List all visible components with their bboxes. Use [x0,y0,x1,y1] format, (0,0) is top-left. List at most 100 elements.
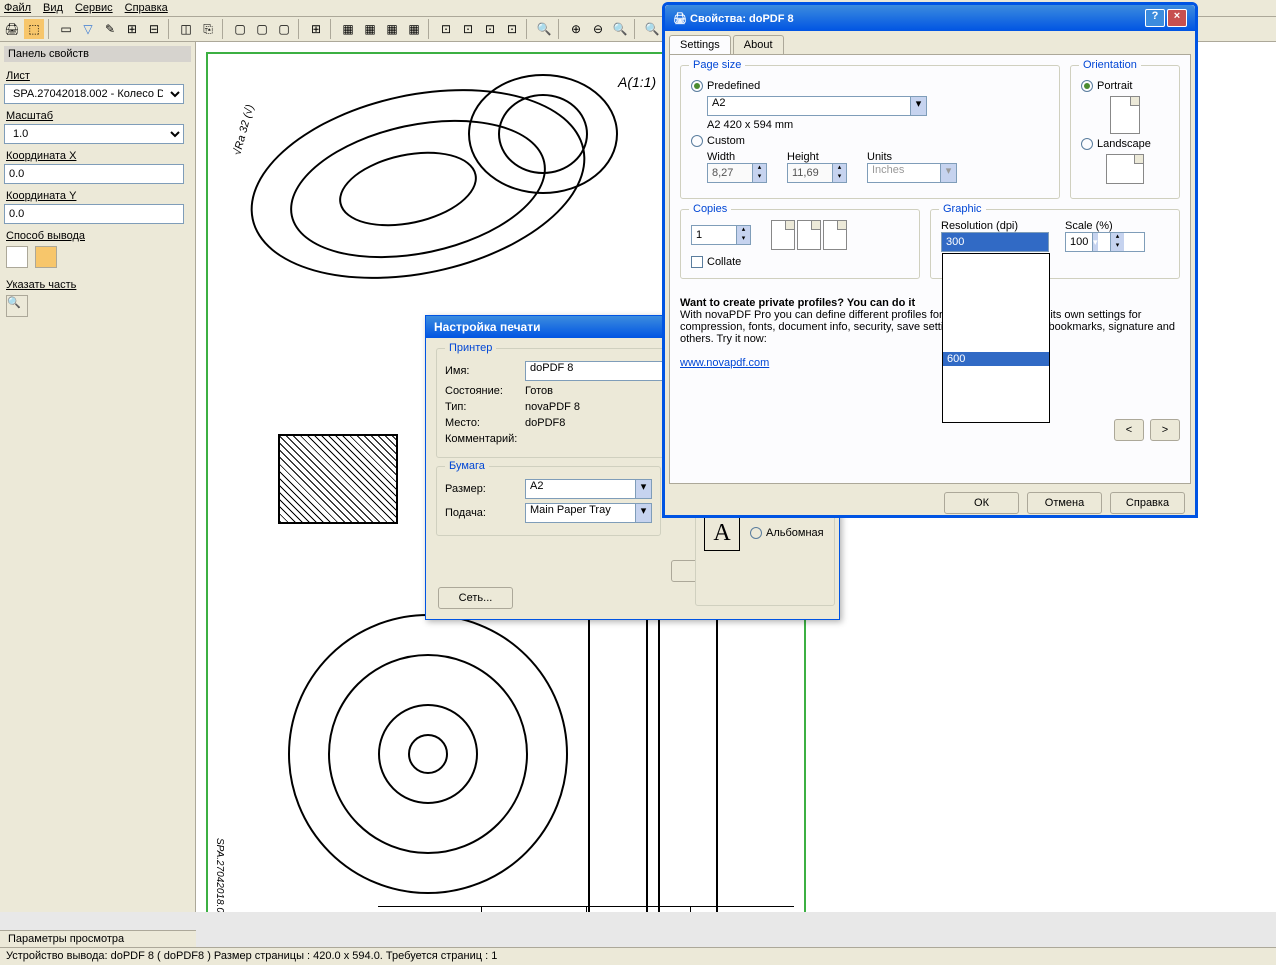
resolution-option[interactable]: 144 [943,282,1049,296]
paper-feed-select[interactable]: Main Paper Tray▾ [525,503,652,523]
next-button[interactable]: > [1150,419,1180,441]
v1-icon[interactable]: ▦ [338,19,358,39]
grid2-icon[interactable]: ⊟ [144,19,164,39]
custom-radio[interactable]: Custom [691,135,1049,147]
preview-icon[interactable]: ⬚ [24,19,44,39]
dopdf-help-button[interactable]: Справка [1110,492,1185,514]
menu-view[interactable]: Вид [43,2,63,14]
coordx-input[interactable] [4,164,184,184]
resolution-option[interactable]: 1440 [943,394,1049,408]
grid1-icon[interactable]: ⊞ [122,19,142,39]
width-input[interactable]: ▴▾ [707,163,767,183]
dopdf-properties-dialog: 🖨 Свойства: doPDF 8 ? × Settings About P… [662,2,1198,518]
scale-pct-label: Scale (%) [1065,220,1145,232]
units-select[interactable]: Inches▾ [867,163,957,183]
resolution-option[interactable]: 2400 [943,408,1049,422]
dopdf-ok-button[interactable]: ОК [944,492,1019,514]
print-icon[interactable]: 🖨 [2,19,22,39]
specify-button[interactable]: 🔍 [6,295,28,317]
sheet-label: Лист [6,70,189,82]
resolution-option[interactable]: 720 [943,366,1049,380]
m2-icon[interactable]: ⊡ [458,19,478,39]
state-label: Состояние: [445,385,517,397]
paper-group-label: Бумага [445,460,489,472]
filter-icon[interactable]: ▽ [78,19,98,39]
place-label: Место: [445,417,517,429]
sheet-select[interactable]: SPA.27042018.002 - Колесо D30 [4,84,184,104]
pagesize-group-label: Page size [689,59,745,71]
height-input[interactable]: ▴▾ [787,163,847,183]
properties-panel: Панель свойств Лист SPA.27042018.002 - К… [0,42,196,912]
m3-icon[interactable]: ⊡ [480,19,500,39]
resolution-label: Resolution (dpi) [941,220,1049,232]
v3-icon[interactable]: ▦ [382,19,402,39]
name-label: Имя: [445,365,517,377]
v2-icon[interactable]: ▦ [360,19,380,39]
prev-button[interactable]: < [1114,419,1144,441]
tile-icon[interactable]: ⊞ [306,19,326,39]
output-landscape-button[interactable] [35,246,57,268]
m1-icon[interactable]: ⊡ [436,19,456,39]
landscape-radio2[interactable]: Landscape [1081,138,1169,150]
resolution-option[interactable]: 150 [943,296,1049,310]
resolution-select[interactable]: ▾ 7296144150288300360600720120014402400 [941,232,1049,252]
feed-label: Подача: [445,507,517,519]
layers-icon[interactable]: ◫ [176,19,196,39]
zoom-region-icon[interactable]: 🔍 [642,19,662,39]
portrait-icon [1110,96,1140,134]
size-label: Размер: [445,483,517,495]
zoom-sel-icon[interactable]: 🔍 [610,19,630,39]
help-icon[interactable]: ? [1145,9,1165,27]
resolution-option[interactable]: 96 [943,268,1049,282]
tool1-icon[interactable]: ✎ [100,19,120,39]
win1-icon[interactable]: ▢ [230,19,250,39]
place-value: doPDF8 [525,417,565,429]
resolution-option[interactable]: 300 [943,324,1049,338]
zoom-out-icon[interactable]: ⊖ [588,19,608,39]
stamp-text: SPA.27042018.002 [214,838,225,912]
m4-icon[interactable]: ⊡ [502,19,522,39]
resolution-dropdown[interactable]: 7296144150288300360600720120014402400 [942,253,1050,423]
paper-size-select[interactable]: A2▾ [525,479,652,499]
dopdf-cancel-button[interactable]: Отмена [1027,492,1102,514]
menu-file[interactable]: Файл [4,2,31,14]
tab-about[interactable]: About [733,35,784,54]
output-label: Способ вывода [6,230,189,242]
width-label: Width [707,151,767,163]
predefined-radio[interactable]: Predefined [691,80,1049,92]
v4-icon[interactable]: ▦ [404,19,424,39]
resolution-option[interactable]: 72 [943,254,1049,268]
promo-link[interactable]: www.novapdf.com [680,357,769,369]
tab-settings[interactable]: Settings [669,35,731,54]
resolution-option[interactable]: 1200 [943,380,1049,394]
resolution-option[interactable]: 360 [943,338,1049,352]
menu-service[interactable]: Сервис [75,2,113,14]
scale-select[interactable]: 1.0 [4,124,184,144]
view-params-tab[interactable]: Параметры просмотра [0,930,196,947]
copy-icon[interactable]: ⎘ [198,19,218,39]
network-button[interactable]: Сеть... [438,587,513,609]
landscape-radio[interactable]: Альбомная [750,527,824,539]
zoom-in-icon[interactable]: ⊕ [566,19,586,39]
specify-label: Указать часть [6,279,189,291]
collate-checkbox[interactable]: Collate [691,256,909,268]
portrait-radio[interactable]: Portrait [1081,80,1169,92]
printer-icon: 🖨 [673,13,687,25]
output-portrait-button[interactable] [6,246,28,268]
resolution-option[interactable]: 288 [943,310,1049,324]
panel-title: Панель свойств [4,46,191,62]
paper-preset-select[interactable]: A2▾ [707,96,927,116]
win3-icon[interactable]: ▢ [274,19,294,39]
paper-dimensions: A2 420 x 594 mm [707,119,1049,131]
zoom-fit-icon[interactable]: 🔍 [534,19,554,39]
copies-input[interactable]: ▴▾ [691,225,751,245]
type-value: novaPDF 8 [525,401,580,413]
close-icon[interactable]: × [1167,9,1187,27]
coordy-input[interactable] [4,204,184,224]
comment-label: Комментарий: [445,433,517,445]
resolution-option[interactable]: 600 [943,352,1049,366]
select-icon[interactable]: ▭ [56,19,76,39]
win2-icon[interactable]: ▢ [252,19,272,39]
type-label: Тип: [445,401,517,413]
menu-help[interactable]: Справка [125,2,168,14]
